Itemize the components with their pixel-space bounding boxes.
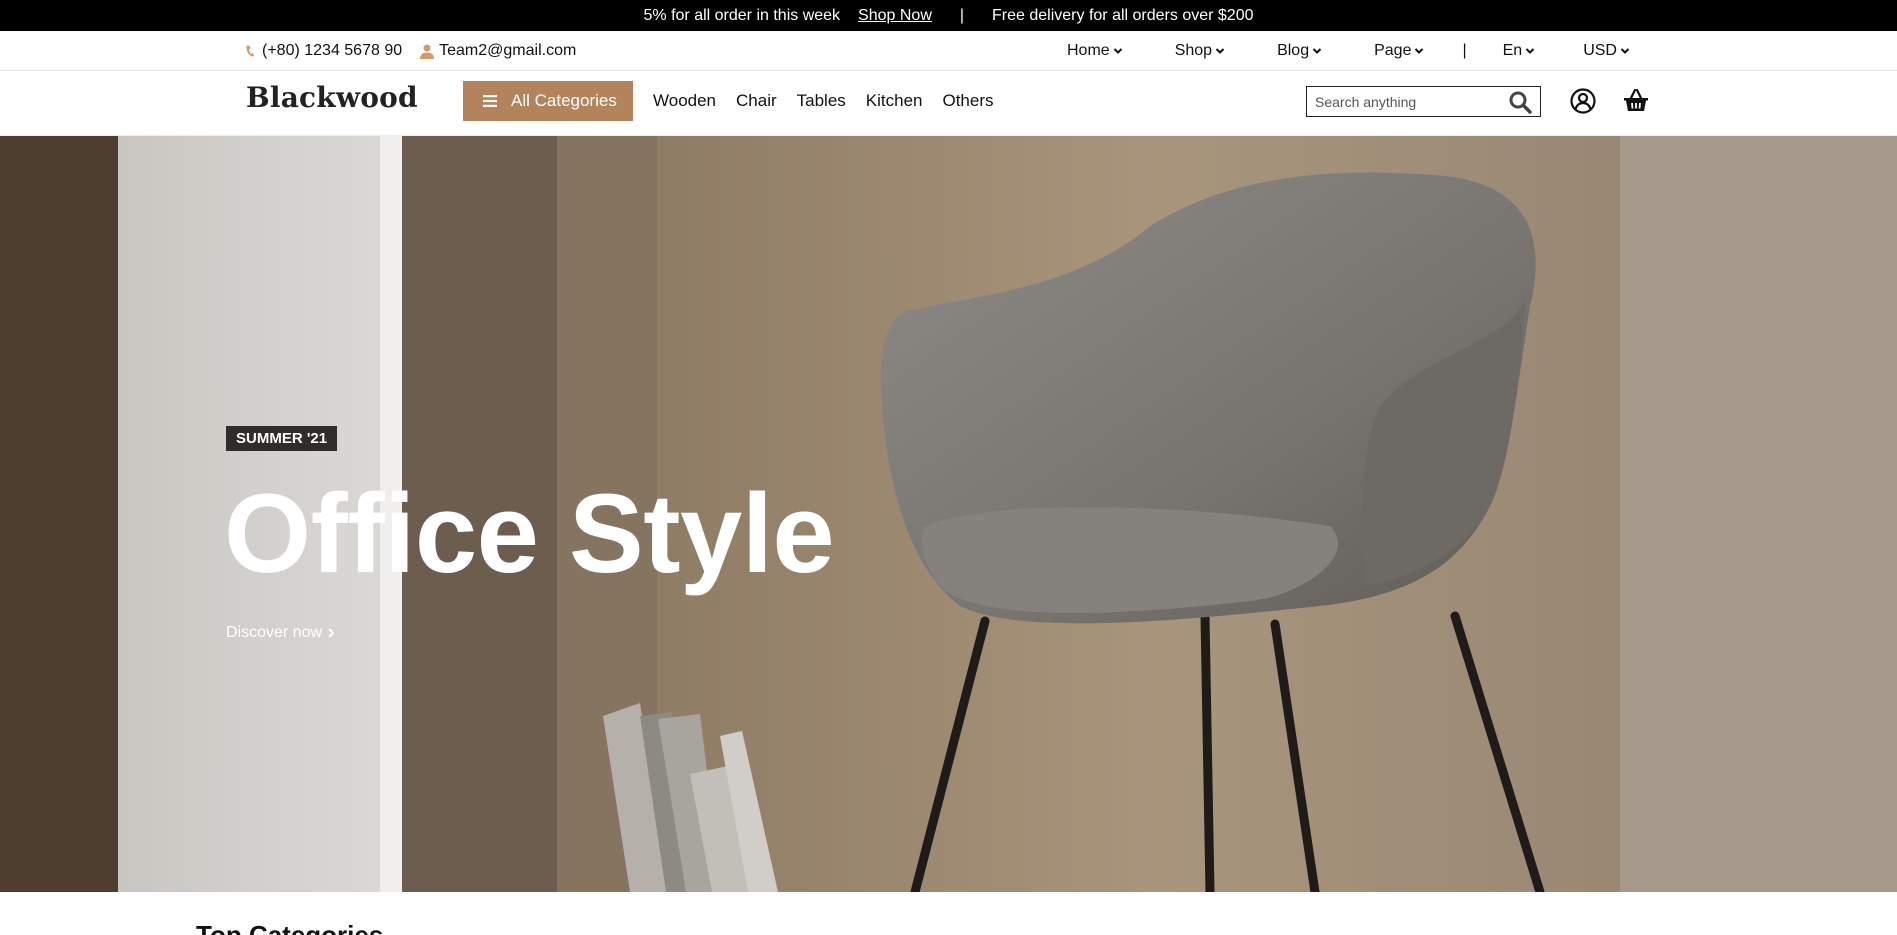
nav-kitchen[interactable]: Kitchen bbox=[866, 91, 923, 111]
account-icon[interactable] bbox=[1569, 87, 1597, 115]
menu-shop[interactable]: Shop bbox=[1175, 42, 1225, 60]
utility-bar: (+80) 1234 5678 90 Team2@gmail.com Home … bbox=[0, 31, 1897, 71]
site-logo[interactable]: Blackwood bbox=[246, 81, 418, 114]
email-contact[interactable]: Team2@gmail.com bbox=[420, 42, 576, 60]
chevron-down-icon bbox=[1215, 48, 1225, 54]
chevron-down-icon bbox=[1312, 48, 1322, 54]
currency-select[interactable]: USD bbox=[1583, 42, 1630, 60]
menu-shop-label: Shop bbox=[1174, 42, 1213, 59]
all-categories-button[interactable]: All Categories bbox=[463, 81, 633, 121]
search-input[interactable] bbox=[1315, 93, 1508, 110]
phone-icon bbox=[246, 45, 254, 57]
menu-page-label: Page bbox=[1374, 42, 1412, 59]
menu-blog[interactable]: Blog bbox=[1277, 42, 1322, 60]
chevron-right-icon bbox=[328, 628, 335, 638]
announcement-separator: | bbox=[959, 6, 965, 24]
nav-tables[interactable]: Tables bbox=[797, 91, 846, 111]
user-icon bbox=[420, 44, 435, 59]
currency-label: USD bbox=[1583, 42, 1617, 59]
menu-home[interactable]: Home bbox=[1067, 42, 1123, 60]
chevron-down-icon bbox=[1113, 48, 1122, 54]
delivery-text: Free delivery for all orders over $200 bbox=[992, 6, 1254, 24]
category-nav: Wooden Chair Tables Kitchen Others bbox=[653, 71, 994, 131]
hero-title: Office Style bbox=[224, 471, 835, 596]
nav-wooden[interactable]: Wooden bbox=[653, 91, 716, 111]
phone-contact[interactable]: (+80) 1234 5678 90 bbox=[245, 42, 402, 60]
nav-chair[interactable]: Chair bbox=[736, 91, 777, 111]
chevron-down-icon bbox=[1620, 48, 1630, 54]
hero-banner: SUMMER '21 Office Style Discover now bbox=[0, 136, 1897, 892]
chevron-down-icon bbox=[1525, 48, 1535, 54]
main-header: Blackwood All Categories Wooden Chair Ta… bbox=[0, 71, 1897, 136]
menu-blog-label: Blog bbox=[1277, 42, 1310, 59]
menu-page[interactable]: Page bbox=[1374, 42, 1424, 60]
language-select[interactable]: En bbox=[1503, 42, 1536, 60]
search-box bbox=[1306, 86, 1541, 117]
basket-icon[interactable] bbox=[1622, 87, 1650, 115]
utility-divider: | bbox=[1462, 42, 1467, 59]
discover-now-link[interactable]: Discover now bbox=[226, 624, 335, 642]
language-label: En bbox=[1502, 42, 1523, 59]
all-categories-label: All Categories bbox=[511, 91, 617, 110]
menu-icon bbox=[483, 95, 497, 107]
section-title: Top Categories bbox=[196, 920, 384, 935]
shop-now-link[interactable]: Shop Now bbox=[858, 7, 932, 25]
discover-now-label: Discover now bbox=[226, 624, 323, 641]
phone-number: (+80) 1234 5678 90 bbox=[262, 42, 403, 59]
announcement-bar: 5% for all order in this week Shop Now |… bbox=[0, 0, 1897, 31]
nav-others[interactable]: Others bbox=[942, 91, 993, 111]
chevron-down-icon bbox=[1415, 48, 1424, 54]
email-address: Team2@gmail.com bbox=[439, 42, 577, 59]
offer-text: 5% for all order in this week bbox=[643, 6, 841, 24]
search-icon[interactable] bbox=[1508, 90, 1532, 114]
menu-home-label: Home bbox=[1067, 42, 1110, 59]
season-badge: SUMMER '21 bbox=[226, 426, 338, 451]
